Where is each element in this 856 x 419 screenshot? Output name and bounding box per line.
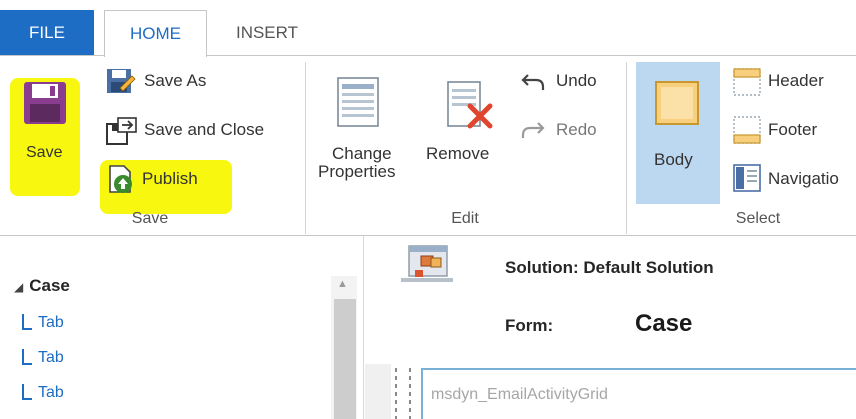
undo-label: Undo <box>556 71 597 90</box>
redo-label: Redo <box>556 120 597 139</box>
save-and-close-icon <box>106 117 137 145</box>
section-divider <box>395 368 397 419</box>
footer-label: Footer <box>768 120 818 139</box>
save-button-label: Save <box>26 144 63 161</box>
select-group-label: Select <box>735 210 781 227</box>
solution-name: Solution: Default Solution <box>505 258 714 277</box>
remove-label: Remove <box>426 144 490 163</box>
save-as-label: Save As <box>144 71 207 90</box>
publish-icon <box>109 165 132 193</box>
tree-item-label: Tab <box>38 384 64 401</box>
tab-insert[interactable]: INSERT <box>224 10 310 56</box>
body-label: Body <box>654 150 693 169</box>
collapse-arrow-icon[interactable]: ◢ <box>14 280 23 294</box>
save-and-close-label: Save and Close <box>144 120 265 139</box>
form-left-strip <box>365 364 391 419</box>
redo-icon <box>521 122 545 138</box>
scroll-up-arrow-icon[interactable]: ▲ <box>337 278 348 290</box>
footer-icon <box>733 116 761 144</box>
floppy-disk-icon <box>24 82 66 124</box>
tree-item-tab[interactable]: Tab <box>22 314 64 332</box>
navigation-label: Navigatio <box>768 169 839 188</box>
header-label: Header <box>768 71 824 90</box>
tree-item-label: Tab <box>38 349 64 366</box>
tree-item-tab[interactable]: Tab <box>22 349 64 367</box>
body-button[interactable]: Body <box>636 62 720 204</box>
grid-name: msdyn_EmailActivityGrid <box>431 386 608 403</box>
tab-home[interactable]: HOME <box>104 10 207 57</box>
tree-connector <box>22 314 32 330</box>
change-properties-label-2: Properties <box>318 162 396 181</box>
form-explorer-pane: ◢ Case Tab Tab Tab ▲ <box>0 236 364 419</box>
ribbon-separator <box>626 62 627 234</box>
remove-icon <box>447 81 493 129</box>
tab-file[interactable]: FILE <box>0 10 94 56</box>
form-label: Form: <box>505 316 554 335</box>
body-icon <box>655 81 699 125</box>
tree-connector <box>22 384 32 400</box>
tree-scrollbar-thumb[interactable] <box>334 299 356 419</box>
ribbon-separator <box>305 62 306 234</box>
undo-icon <box>521 74 545 90</box>
tree-root-case[interactable]: ◢ Case <box>14 276 70 296</box>
edit-group-label: Edit <box>451 210 479 227</box>
ribbon: Save Save As Save and Close Publish Save <box>0 56 856 236</box>
form-designer-pane: Solution: Default Solution Form: Case ms… <box>365 236 856 419</box>
save-group-label: Save <box>131 210 169 227</box>
form-name: Case <box>635 310 693 337</box>
properties-icon <box>337 77 379 127</box>
tree-root-label: Case <box>29 276 70 295</box>
tree-connector <box>22 349 32 365</box>
email-activity-grid[interactable]: msdyn_EmailActivityGrid <box>421 368 856 419</box>
change-properties-label-1: Change <box>332 144 392 163</box>
publish-label: Publish <box>142 169 198 188</box>
section-divider <box>409 368 411 419</box>
save-as-icon <box>107 69 136 93</box>
header-icon <box>733 68 761 96</box>
ribbon-tab-strip: FILE HOME INSERT <box>0 0 856 57</box>
tree-item-tab[interactable]: Tab <box>22 384 64 402</box>
tree-item-label: Tab <box>38 314 64 331</box>
solution-icon <box>401 245 453 282</box>
navigation-icon <box>733 164 761 192</box>
